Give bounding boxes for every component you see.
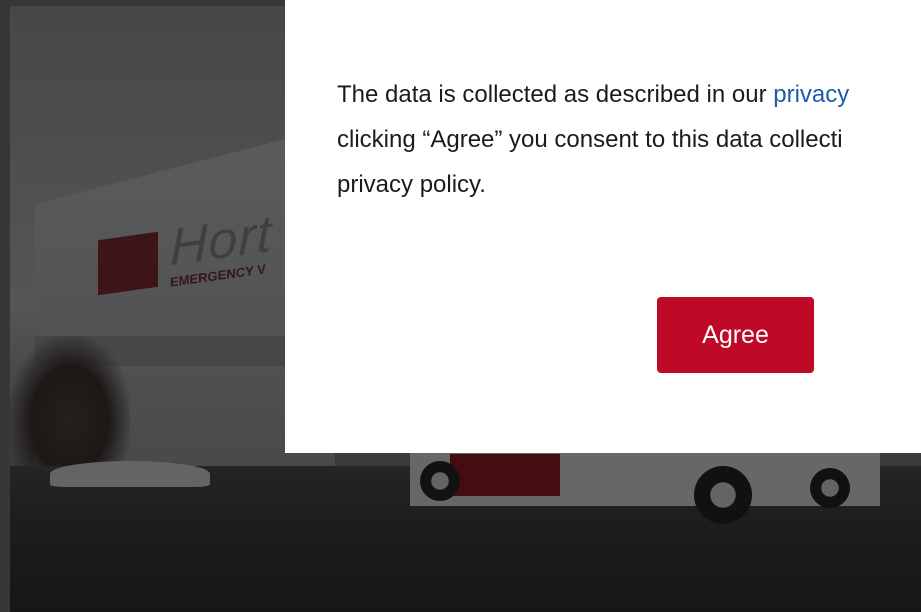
consent-text: The data is collected as described in ou… [337,72,921,207]
consent-text-line2: clicking “Agree” you consent to this dat… [337,126,843,153]
consent-modal: The data is collected as described in ou… [285,0,921,453]
privacy-policy-link[interactable]: privacy [773,81,849,108]
agree-button[interactable]: Agree [657,297,814,373]
consent-text-line1: The data is collected as described in ou… [337,81,774,108]
consent-text-line3: privacy policy. [337,171,486,198]
